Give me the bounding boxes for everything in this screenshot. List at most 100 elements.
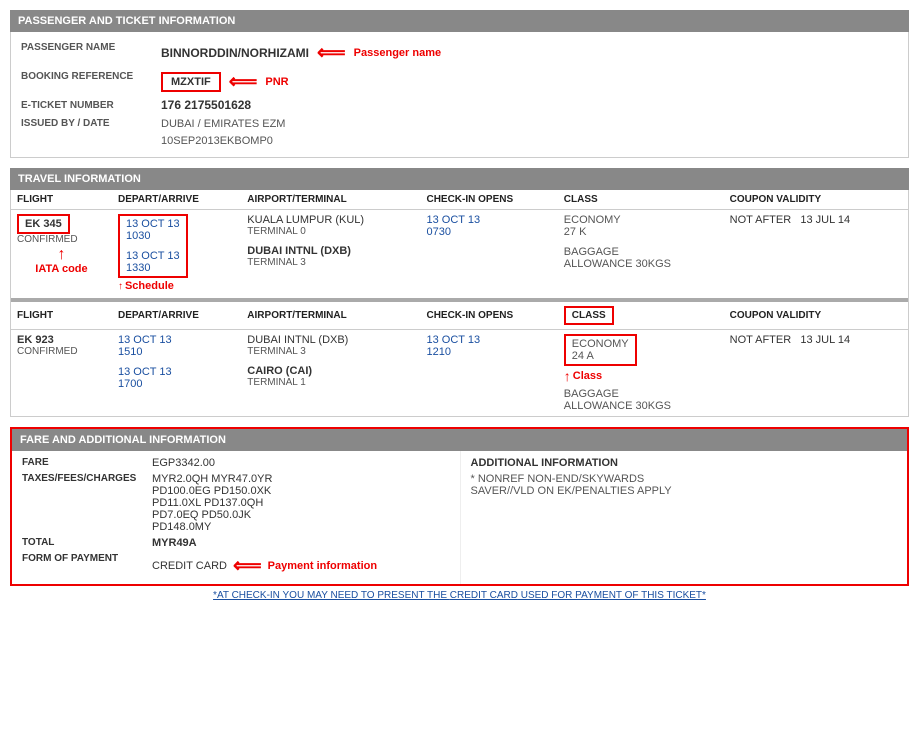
schedule-arrow-icon: ↑ (118, 281, 123, 292)
taxes-label: TAXES/FEES/CHARGES (22, 473, 152, 533)
flight2-depart-cell: 13 OCT 13 1510 13 OCT 13 1700 (112, 330, 241, 417)
travel-section: TRAVEL INFORMATION FLIGHT DEPART/ARRIVE … (10, 168, 909, 417)
travel-section-body: FLIGHT DEPART/ARRIVE AIRPORT/TERMINAL CH… (10, 190, 909, 417)
flight1-depart-date: 13 OCT 13 (126, 218, 180, 230)
flight1-class-code: 27 K (564, 226, 718, 238)
col-depart-arrive: DEPART/ARRIVE (112, 190, 241, 210)
travel-table: FLIGHT DEPART/ARRIVE AIRPORT/TERMINAL CH… (11, 190, 908, 416)
flight1-coupon-cell: NOT AFTER 13 JUL 14 (724, 210, 908, 300)
schedule-annotation-label: Schedule (125, 280, 174, 292)
fare-left-panel: FARE EGP3342.00 TAXES/FEES/CHARGES MYR2.… (12, 451, 460, 584)
col-checkin: CHECK-IN OPENS (420, 190, 557, 210)
col2-coupon: COUPON VALIDITY (724, 301, 908, 330)
class-arrow-icon: ↑ (564, 368, 571, 384)
flight2-baggage-container: BAGGAGE ALLOWANCE 30KGS (564, 388, 718, 412)
additional-info-title: ADDITIONAL INFORMATION (471, 457, 898, 469)
flight1-depart-airport: KUALA LUMPUR (KUL) (247, 214, 414, 226)
iata-arrow-icon: ↑ (57, 247, 65, 263)
payment-label: FORM OF PAYMENT (22, 553, 152, 578)
passenger-section: PASSENGER AND TICKET INFORMATION PASSENG… (10, 10, 909, 158)
flight2-arrive-date: 13 OCT 13 (118, 366, 235, 378)
flight1-arrive-date: 13 OCT 13 (126, 250, 180, 262)
pnr-arrow-icon: ⟸ (229, 69, 258, 94)
flight1-depart-time: 1030 (126, 230, 180, 242)
iata-annotation-label: IATA code (35, 263, 87, 275)
col2-class: CLASS (558, 301, 724, 330)
passenger-name-label: PASSENGER NAME (21, 40, 161, 65)
flight1-not-after: NOT AFTER (730, 214, 792, 226)
taxes-line5: PD148.0MY (152, 521, 450, 533)
class-header-box: CLASS (564, 306, 614, 325)
flight2-arrive-airport-container: CAIRO (CAI) TERMINAL 1 (247, 365, 414, 388)
payment-value: CREDIT CARD (152, 560, 227, 572)
col2-airport: AIRPORT/TERMINAL (241, 301, 420, 330)
col-flight: FLIGHT (11, 190, 112, 210)
flight2-checkin-time: 1210 (426, 346, 551, 358)
flight1-number: EK 345 (17, 214, 70, 234)
footer-link-text: CREDIT CARD (450, 590, 518, 601)
flight1-arrive-airport: DUBAI INTNL (DXB) (247, 245, 414, 257)
issued-value: DUBAI / EMIRATES EZM 10SEP2013EKBOMP0 (161, 116, 898, 149)
flight2-checkin-date: 13 OCT 13 (426, 334, 551, 346)
iata-annotation-wrapper: ↑ IATA code (17, 247, 106, 275)
flight2-baggage-allowance: ALLOWANCE 30KGS (564, 400, 718, 412)
flight2-status: CONFIRMED (17, 346, 106, 357)
issued-line2: 10SEP2013EKBOMP0 (161, 133, 898, 150)
flight2-arrive-time: 1700 (118, 378, 235, 390)
flight2-header-row: FLIGHT DEPART/ARRIVE AIRPORT/TERMINAL CH… (11, 301, 908, 330)
flight1-box-wrapper: EK 345 (17, 214, 106, 234)
travel-section-header: TRAVEL INFORMATION (10, 168, 909, 190)
taxes-line1: MYR2.0QH MYR47.0YR (152, 473, 450, 485)
passenger-name-annotation: Passenger name (354, 47, 441, 59)
flight2-number: EK 923 (17, 334, 106, 346)
fare-section-title: FARE AND ADDITIONAL INFORMATION (20, 434, 226, 446)
passenger-section-header: PASSENGER AND TICKET INFORMATION (10, 10, 909, 32)
flight1-arrive-time: 1330 (126, 262, 180, 274)
flight1-status: CONFIRMED (17, 234, 106, 245)
fare-right-panel: ADDITIONAL INFORMATION * NONREF NON-END/… (460, 451, 908, 584)
flight1-depart-cell: 13 OCT 13 1030 13 OCT 13 1330 ↑ Schedule (112, 210, 241, 300)
fare-label: FARE (22, 457, 152, 469)
footer-text: *AT CHECK-IN YOU MAY NEED TO PRESENT THE (213, 590, 450, 601)
passenger-section-body: PASSENGER NAME BINNORDDIN/NORHIZAMI ⟸ Pa… (10, 32, 909, 158)
travel-header-row: FLIGHT DEPART/ARRIVE AIRPORT/TERMINAL CH… (11, 190, 908, 210)
flight2-validity-date: 13 JUL 14 (800, 334, 850, 346)
fare-section: FARE AND ADDITIONAL INFORMATION FARE EGP… (10, 427, 909, 586)
col2-checkin: CHECK-IN OPENS (420, 301, 557, 330)
footer-text2: USED FOR PAYMENT OF THIS TICKET* (518, 590, 706, 601)
additional-info-line1: * NONREF NON-END/SKYWARDS (471, 473, 898, 485)
fare-info-grid: FARE EGP3342.00 TAXES/FEES/CHARGES MYR2.… (22, 457, 450, 578)
flight2-class-box: ECONOMY 24 A (564, 334, 637, 366)
flight1-baggage-allowance: ALLOWANCE 30KGS (564, 258, 718, 270)
booking-ref-label: BOOKING REFERENCE (21, 69, 161, 94)
col2-depart-arrive: DEPART/ARRIVE (112, 301, 241, 330)
eticket-value: 176 2175501628 (161, 98, 898, 112)
total-label: TOTAL (22, 537, 152, 549)
total-value: MYR49A (152, 537, 450, 549)
flight2-class-cell: ECONOMY 24 A ↑ Class BAGGAGE ALLOWANCE 3… (558, 330, 724, 417)
col-class: CLASS (558, 190, 724, 210)
col-airport: AIRPORT/TERMINAL (241, 190, 420, 210)
flight2-arrive-terminal: TERMINAL 1 (247, 377, 414, 388)
passenger-name-value: BINNORDDIN/NORHIZAMI (161, 46, 309, 60)
booking-ref-value: MZXTIF (161, 72, 221, 92)
flight2-num-cell: EK 923 CONFIRMED (11, 330, 112, 417)
issued-line1: DUBAI / EMIRATES EZM (161, 116, 898, 133)
additional-info-line2: SAVER//VLD ON EK/PENALTIES APPLY (471, 485, 898, 497)
flight1-class-name: ECONOMY (564, 214, 718, 226)
flight2-depart-airport: DUBAI INTNL (DXB) (247, 334, 414, 346)
flight1-checkin-time: 0730 (426, 226, 551, 238)
taxes-line3: PD11.0XL PD137.0QH (152, 497, 450, 509)
travel-table-body: EK 345 CONFIRMED ↑ IATA code 13 OCT 13 1… (11, 210, 908, 417)
flight1-arrive-airport-container: DUBAI INTNL (DXB) TERMINAL 3 (247, 245, 414, 268)
payment-arrow-icon: ⟸ (233, 553, 262, 578)
payment-annotation: Payment information (268, 560, 377, 572)
pnr-annotation: PNR (265, 76, 288, 88)
flight1-arrive-date-container: 13 OCT 13 1330 (126, 250, 180, 274)
flight1-depart-box: 13 OCT 13 1030 13 OCT 13 1330 (118, 214, 188, 278)
flight1-depart-terminal: TERMINAL 0 (247, 226, 414, 237)
fare-section-border: FARE AND ADDITIONAL INFORMATION FARE EGP… (10, 427, 909, 586)
travel-table-header: FLIGHT DEPART/ARRIVE AIRPORT/TERMINAL CH… (11, 190, 908, 210)
flight2-row1: EK 923 CONFIRMED 13 OCT 13 1510 13 OCT 1… (11, 330, 908, 417)
fare-section-body: FARE EGP3342.00 TAXES/FEES/CHARGES MYR2.… (12, 451, 907, 584)
